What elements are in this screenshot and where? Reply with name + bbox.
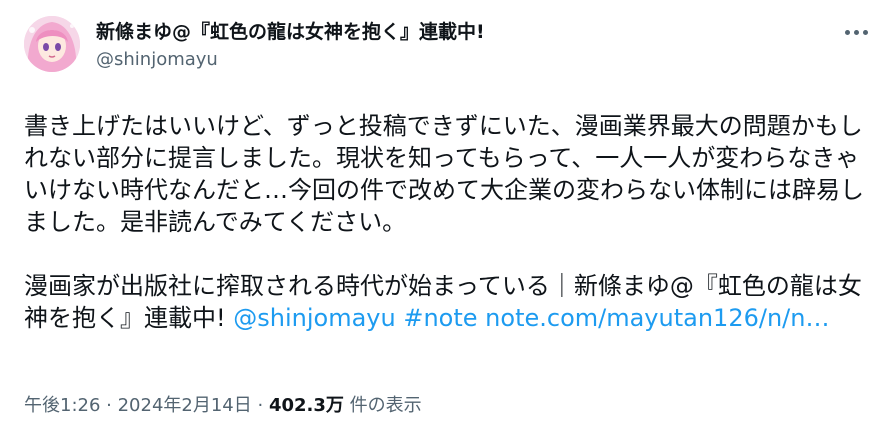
- meta-separator: ·: [251, 395, 269, 416]
- mention-link[interactable]: @shinjomayu: [233, 304, 395, 332]
- user-avatar-icon: [24, 16, 80, 72]
- tweet: 新條まゆ@『虹色の龍は女神を抱く』連載中! @shinjomayu 書き上げたは…: [0, 0, 896, 446]
- user-names: 新條まゆ@『虹色の龍は女神を抱く』連載中! @shinjomayu: [96, 16, 485, 72]
- view-count: 402.3万: [268, 395, 344, 416]
- view-count-label: 件の表示: [343, 395, 422, 416]
- more-dots-icon: [862, 29, 868, 35]
- tweet-paragraph: 書き上げたはいいけど、ずっと投稿できずにいた、漫画業界最大の問題かもしれない部分…: [24, 112, 864, 236]
- user-handle[interactable]: @shinjomayu: [96, 48, 485, 72]
- tweet-text: 書き上げたはいいけど、ずっと投稿できずにいた、漫画業界最大の問題かもしれない部分…: [24, 110, 872, 334]
- meta-separator: ·: [100, 395, 118, 416]
- more-dots-icon: [844, 29, 850, 35]
- tweet-header: 新條まゆ@『虹色の龍は女神を抱く』連載中! @shinjomayu: [24, 16, 872, 82]
- avatar[interactable]: [24, 16, 80, 72]
- tweet-time[interactable]: 午後1:26: [24, 395, 100, 416]
- tweet-date[interactable]: 2024年2月14日: [118, 395, 252, 416]
- url-link[interactable]: note.com/mayutan126/n/n…: [485, 304, 829, 332]
- hashtag-link[interactable]: #note: [403, 304, 477, 332]
- display-name[interactable]: 新條まゆ@『虹色の龍は女神を抱く』連載中!: [96, 20, 485, 44]
- more-dots-icon: [853, 29, 859, 35]
- tweet-paragraph-link: 漫画家が出版社に搾取される時代が始まっている｜新條まゆ@『虹色の龍は女神を抱く』…: [24, 270, 872, 334]
- tweet-meta: 午後1:26 · 2024年2月14日 · 402.3万 件の表示: [24, 392, 422, 420]
- more-options-button[interactable]: [840, 20, 872, 44]
